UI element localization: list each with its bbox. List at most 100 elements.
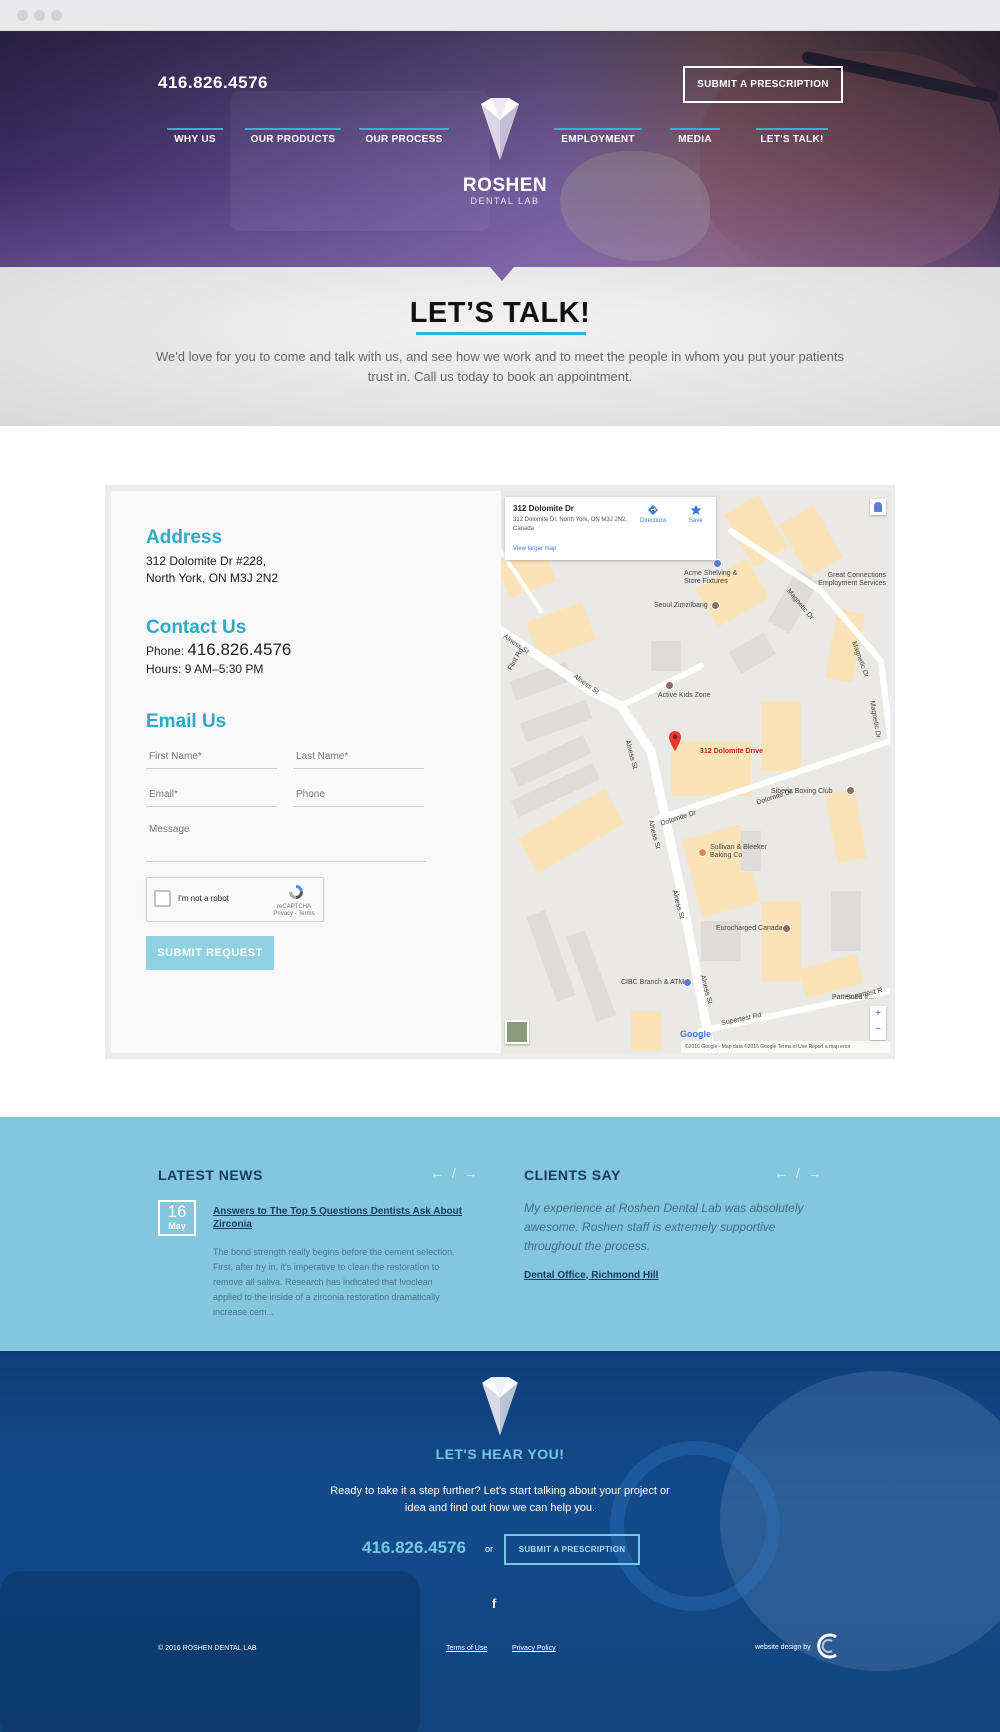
poi-marker-icon[interactable]	[665, 681, 674, 690]
designer-logo-icon[interactable]	[814, 1631, 844, 1661]
poi-label: Great Connections Employment Services	[818, 572, 886, 587]
title-underline	[416, 332, 586, 335]
contact-panel: Address 312 Dolomite Dr #228, North York…	[105, 485, 895, 1059]
footer-title: LET'S HEAR YOU!	[435, 1446, 565, 1462]
copyright-text: © 2016 ROSHEN DENTAL LAB	[158, 1645, 257, 1652]
browser-chrome	[0, 0, 1000, 31]
recaptcha-widget: I'm not a robot reCAPTCHA Privacy - Term…	[146, 877, 324, 922]
google-map[interactable]: Alness St Alness St Alness St Alness St …	[501, 491, 890, 1053]
footer-text: Ready to take it a step further? Let's s…	[330, 1485, 670, 1514]
hours-value: 9 AM–5:30 PM	[184, 662, 264, 676]
window-minimize-dot[interactable]	[34, 10, 45, 21]
poi-marker-icon[interactable]	[713, 559, 722, 568]
hours-row: Hours: 9 AM–5:30 PM	[146, 661, 263, 678]
latest-news-heading: LATEST NEWS	[158, 1167, 263, 1183]
news-clients-section: LATEST NEWS ← / → 16 May Answers to The …	[0, 1117, 1000, 1351]
poi-label: CIBC Branch & ATM	[621, 979, 685, 986]
poi-label: Eurocharged Canada	[716, 925, 783, 932]
satellite-toggle[interactable]	[505, 1020, 529, 1044]
poi-label: Seoul Zimzilbang	[654, 602, 708, 609]
testimonial-quote: My experience at Roshen Dental Lab was a…	[524, 1201, 804, 1253]
news-title-link[interactable]: Answers to The Top 5 Questions Dentists …	[213, 1205, 463, 1231]
footer-phone-link[interactable]: 416.826.4576	[362, 1538, 466, 1558]
poi-marker-icon[interactable]	[846, 786, 855, 795]
facebook-icon[interactable]: f	[488, 1596, 500, 1612]
window-maximize-dot[interactable]	[51, 10, 62, 21]
map-attribution: ©2016 Google · Map data ©2016 Google Ter…	[681, 1041, 890, 1053]
directions-icon	[648, 505, 659, 515]
footer-submit-prescription-button[interactable]: SUBMIT A PRESCRIPTION	[504, 1534, 640, 1565]
nav-employment[interactable]: EMPLOYMENT	[554, 128, 642, 148]
news-day: 16	[167, 1202, 187, 1221]
recaptcha-checkbox[interactable]	[154, 890, 171, 907]
header-phone-link[interactable]: 416.826.4576	[158, 73, 268, 93]
contact-heading: Contact Us	[146, 617, 247, 638]
testimonial-source-link[interactable]: Dental Office, Richmond Hill	[524, 1270, 658, 1281]
page-title: LET’S TALK!	[409, 297, 591, 329]
logo-subtitle: DENTAL LAB	[470, 196, 540, 206]
news-date-badge: 16 May	[158, 1200, 196, 1236]
phone-row: Phone: 416.826.4576	[146, 641, 291, 660]
footer-or-text: or	[485, 1544, 494, 1554]
street-view-pegman-icon[interactable]	[870, 499, 886, 515]
news-carousel-arrows[interactable]: ← / →	[430, 1165, 480, 1181]
footer-logo-gem-icon	[482, 1377, 518, 1436]
poi-marker-icon[interactable]	[698, 848, 707, 857]
phone-label: Phone:	[146, 644, 185, 658]
last-name-field[interactable]: Last Name*	[293, 747, 424, 769]
pin-label: 312 Dolomite Drive	[700, 748, 764, 755]
map-card-title: 312 Dolomite Dr	[513, 504, 574, 513]
hours-label: Hours:	[146, 662, 182, 676]
window-close-dot[interactable]	[17, 10, 28, 21]
poi-label: Siberia Boxing Club	[771, 788, 833, 795]
design-credit-text: website design by	[755, 1644, 811, 1651]
directions-button[interactable]: Directions	[640, 504, 667, 524]
poi-marker-icon[interactable]	[782, 924, 791, 933]
save-button[interactable]: Save	[689, 504, 703, 524]
poi-label: Patterned Ir...	[832, 994, 875, 1001]
zoom-controls: + −	[870, 1006, 886, 1040]
footer-background-shape	[610, 1441, 780, 1611]
nav-lets-talk[interactable]: LET'S TALK!	[756, 128, 828, 148]
message-field[interactable]: Message	[146, 820, 426, 862]
intro-section: LET’S TALK! We'd love for you to come an…	[0, 267, 1000, 426]
email-heading: Email Us	[146, 711, 227, 732]
poi-marker-icon[interactable]	[711, 601, 720, 610]
email-field[interactable]: Email*	[146, 785, 277, 807]
poi-marker-icon[interactable]	[683, 978, 692, 987]
google-logo: Google	[680, 1029, 711, 1039]
news-excerpt: The bond strength really begins before t…	[213, 1247, 455, 1317]
poi-label: Sullivan & Bleeker Baking Co	[710, 844, 767, 859]
recaptcha-icon	[289, 885, 303, 899]
submit-request-button[interactable]: SUBMIT REQUEST	[146, 936, 274, 970]
nav-our-products[interactable]: OUR PRODUCTS	[245, 128, 341, 148]
poi-label: Acme Shelving & Store Fixtures	[684, 570, 738, 585]
phone-value[interactable]: 416.826.4576	[187, 640, 291, 659]
submit-prescription-button[interactable]: SUBMIT A PRESCRIPTION	[683, 66, 843, 103]
address-line-2: North York, ON M3J 2N2	[146, 571, 279, 585]
nav-why-us[interactable]: WHY US	[167, 128, 223, 148]
map-card-address: 312 Dolomite Dr, North York, ON M3J 2N2,…	[513, 517, 628, 532]
star-icon	[690, 504, 702, 515]
footer: LET'S HEAR YOU! Ready to take it a step …	[0, 1351, 1000, 1732]
recaptcha-branding: reCAPTCHA Privacy - Terms	[273, 904, 315, 917]
first-name-field[interactable]: First Name*	[146, 747, 277, 769]
nav-media[interactable]: MEDIA	[670, 128, 720, 148]
clients-carousel-arrows[interactable]: ← / →	[774, 1165, 824, 1181]
phone-field[interactable]: Phone	[293, 785, 424, 807]
address-line-1: 312 Dolomite Dr #228,	[146, 554, 267, 568]
logo-gem-icon	[481, 98, 519, 160]
clients-say-heading: CLIENTS SAY	[524, 1167, 621, 1183]
section-notch	[490, 267, 514, 281]
view-larger-map-link[interactable]: View larger map	[513, 546, 556, 552]
zoom-in-button[interactable]: +	[870, 1006, 886, 1022]
privacy-policy-link[interactable]: Privacy Policy	[512, 1645, 556, 1652]
intro-text: We'd love for you to come and talk with …	[155, 349, 845, 384]
logo-name: ROSHEN	[462, 175, 548, 196]
location-pin-icon[interactable]	[669, 731, 681, 751]
terms-of-use-link[interactable]: Terms of Use	[446, 1645, 487, 1652]
nav-our-process[interactable]: OUR PROCESS	[359, 128, 449, 148]
zoom-out-button[interactable]: −	[870, 1022, 886, 1038]
news-month: May	[168, 1221, 186, 1231]
address-heading: Address	[146, 527, 223, 548]
